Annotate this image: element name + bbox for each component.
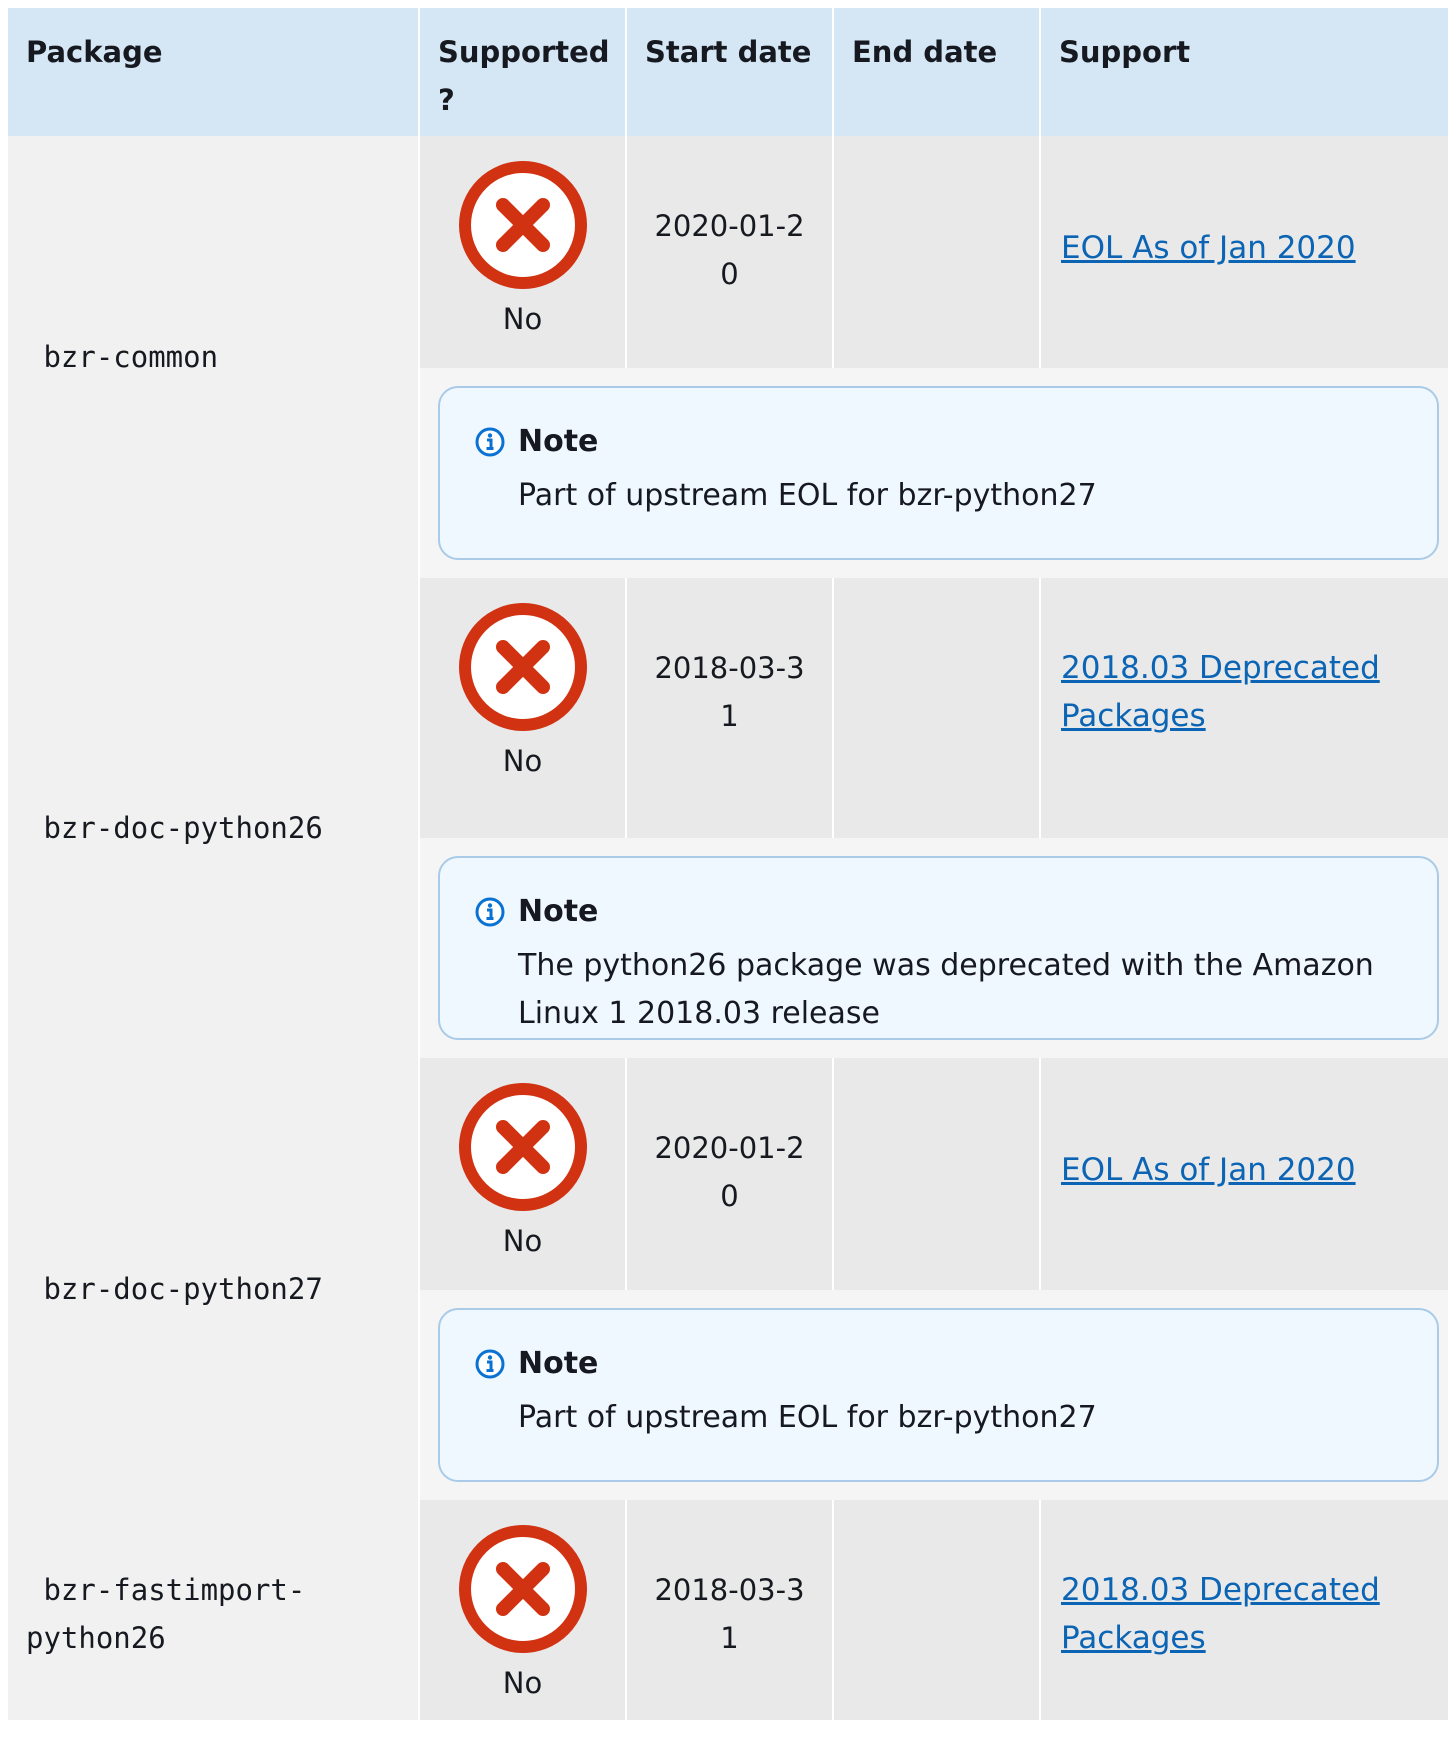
x-circle-icon: [458, 603, 587, 731]
supported-cell: No: [420, 578, 625, 838]
supported-cell: No: [420, 136, 625, 368]
package-name: bzr-fastimport- python26: [8, 1500, 418, 1720]
support-link[interactable]: EOL As of Jan 2020: [1061, 1152, 1356, 1188]
x-circle-icon: [458, 1083, 587, 1211]
info-circle-icon: [475, 427, 505, 457]
supported-status: No: [502, 302, 543, 336]
start-date: 2018-03-31: [654, 1573, 805, 1655]
supported-cell: No: [420, 1500, 625, 1720]
start-date-cell: 2020-01-20: [627, 1058, 832, 1290]
supported-status: No: [502, 1224, 543, 1258]
info-circle-icon: [475, 897, 505, 927]
end-date-cell: [834, 136, 1039, 368]
header-support: Support: [1041, 8, 1448, 136]
start-date: 2020-01-20: [654, 1131, 805, 1213]
support-cell: 2018.03 Deprecated Packages: [1041, 1500, 1448, 1720]
note-heading: Note: [474, 422, 1407, 462]
info-circle-icon: [475, 1349, 505, 1379]
package-name: bzr-doc-python27: [8, 1058, 418, 1500]
header-start-date: Start date: [627, 8, 832, 136]
supported-status: No: [502, 744, 543, 778]
header-end-date: End date: [834, 8, 1039, 136]
support-cell: EOL As of Jan 2020: [1041, 136, 1448, 368]
end-date-cell: [834, 578, 1039, 838]
note-heading: Note: [474, 892, 1407, 932]
x-circle-icon: [458, 1525, 587, 1653]
header-package: Package: [8, 8, 418, 136]
support-link[interactable]: EOL As of Jan 2020: [1061, 230, 1356, 266]
note-row: Note Part of upstream EOL for bzr-python…: [420, 1290, 1448, 1500]
note-box: Note Part of upstream EOL for bzr-python…: [438, 386, 1439, 560]
note-row: Note Part of upstream EOL for bzr-python…: [420, 368, 1448, 578]
start-date-cell: 2018-03-31: [627, 578, 832, 838]
note-text: Part of upstream EOL for bzr-python27: [518, 1400, 1097, 1435]
end-date-cell: [834, 1058, 1039, 1290]
package-name: bzr-common: [8, 136, 418, 578]
note-title: Note: [518, 424, 599, 459]
start-date-cell: 2018-03-31: [627, 1500, 832, 1720]
note-row: Note The python26 package was deprecated…: [420, 838, 1448, 1058]
support-cell: 2018.03 Deprecated Packages: [1041, 578, 1448, 838]
support-cell: EOL As of Jan 2020: [1041, 1058, 1448, 1290]
start-date: 2018-03-31: [654, 651, 805, 733]
note-text: Part of upstream EOL for bzr-python27: [518, 478, 1097, 513]
package-name: bzr-doc-python26: [8, 578, 418, 1058]
support-link[interactable]: 2018.03 Deprecated Packages: [1061, 650, 1380, 734]
end-date-cell: [834, 1500, 1039, 1720]
header-supported: Supported ?: [420, 8, 625, 136]
note-title: Note: [518, 894, 599, 929]
supported-cell: No: [420, 1058, 625, 1290]
package-table: Package Supported ? Start date End date …: [8, 8, 1448, 1742]
supported-status: No: [502, 1666, 543, 1700]
start-date: 2020-01-20: [654, 209, 805, 291]
note-box: Note The python26 package was deprecated…: [438, 856, 1439, 1040]
note-text: The python26 package was deprecated with…: [518, 948, 1374, 1031]
support-link[interactable]: 2018.03 Deprecated Packages: [1061, 1572, 1380, 1656]
x-circle-icon: [458, 161, 587, 289]
note-box: Note Part of upstream EOL for bzr-python…: [438, 1308, 1439, 1482]
note-heading: Note: [474, 1344, 1407, 1384]
note-title: Note: [518, 1346, 599, 1381]
start-date-cell: 2020-01-20: [627, 136, 832, 368]
